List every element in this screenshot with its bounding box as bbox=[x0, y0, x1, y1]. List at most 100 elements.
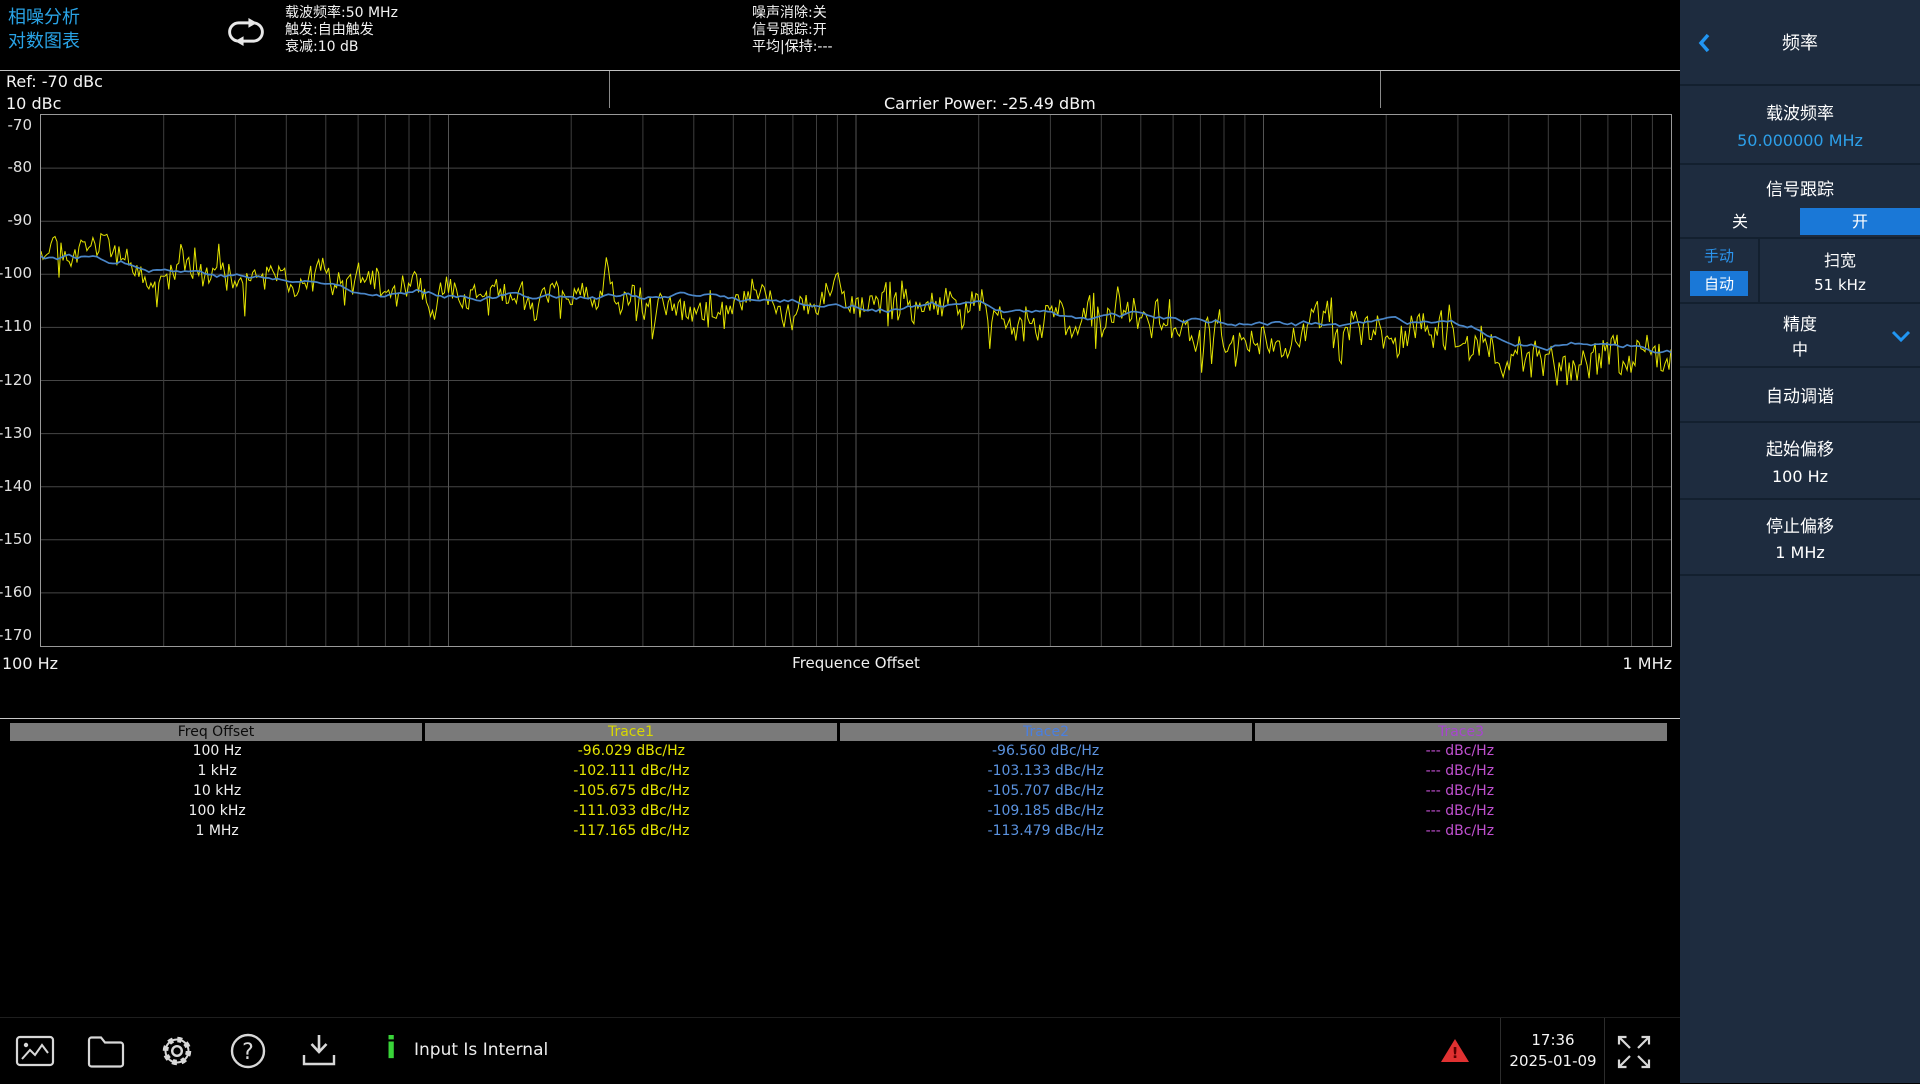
carrier-frequency-label: 载波频率 bbox=[1766, 99, 1834, 124]
screen-capture-button[interactable] bbox=[12, 1028, 58, 1074]
y-axis-tick-label: -130 bbox=[0, 424, 32, 442]
start-offset-value: 100 Hz bbox=[1772, 467, 1828, 486]
setting-line: 信号跟踪:开 bbox=[752, 22, 833, 39]
folder-icon bbox=[83, 1028, 129, 1074]
signal-tracking-label: 信号跟踪 bbox=[1680, 165, 1920, 200]
y-axis-labels: -70-80-90-100-110-120-130-140-150-160-17… bbox=[0, 114, 36, 647]
sidebar-item-signal-tracking: 信号跟踪 关 开 bbox=[1680, 165, 1920, 239]
app-title-line2: 对数图表 bbox=[8, 30, 80, 54]
signal-tracking-off-button[interactable]: 关 bbox=[1680, 208, 1800, 235]
span-label: 扫宽 bbox=[1824, 247, 1856, 271]
table-cell: 1 MHz bbox=[10, 821, 424, 841]
download-icon bbox=[296, 1028, 342, 1074]
table-header-freq-offset: Freq Offset bbox=[10, 723, 422, 741]
sidebar-item-precision[interactable]: 精度 中 bbox=[1680, 304, 1920, 368]
status-message: Input Is Internal bbox=[414, 1040, 548, 1060]
span-value: 51 kHz bbox=[1814, 276, 1866, 294]
span-mode-toggle: 手动 自动 bbox=[1680, 239, 1760, 302]
table-row: 10 kHz-105.675 dBc/Hz-105.707 dBc/Hz--- … bbox=[10, 781, 1667, 801]
expand-arrows-icon bbox=[1614, 1032, 1654, 1072]
y-axis-tick-label: -170 bbox=[0, 626, 32, 644]
setting-line: 噪声消除:关 bbox=[752, 5, 833, 22]
settings-button[interactable] bbox=[154, 1028, 200, 1074]
y-axis-tick-label: -90 bbox=[8, 211, 33, 229]
table-row: 100 Hz-96.029 dBc/Hz-96.560 dBc/Hz--- dB… bbox=[10, 741, 1667, 761]
section-tick bbox=[1380, 71, 1381, 108]
table-row: 1 MHz-117.165 dBc/Hz-113.479 dBc/Hz--- d… bbox=[10, 821, 1667, 841]
app-title: 相噪分析 对数图表 bbox=[8, 6, 80, 54]
ref-level-label: Ref: -70 dBc bbox=[6, 72, 103, 91]
y-axis-tick-label: -120 bbox=[0, 371, 32, 389]
statusbar-divider bbox=[1500, 1018, 1501, 1084]
y-axis-tick-label: -140 bbox=[0, 477, 32, 495]
setting-line: 衰减:10 dB bbox=[285, 39, 398, 56]
table-cell: --- dBc/Hz bbox=[1253, 801, 1667, 821]
table-cell: --- dBc/Hz bbox=[1253, 741, 1667, 761]
chart-plot bbox=[40, 114, 1672, 647]
carrier-frequency-value: 50.000000 MHz bbox=[1737, 131, 1863, 150]
header-separator bbox=[0, 70, 1680, 71]
warning-icon[interactable]: ! bbox=[1440, 1037, 1470, 1068]
span-manual-button[interactable]: 手动 bbox=[1704, 245, 1734, 266]
file-explorer-button[interactable] bbox=[83, 1028, 129, 1074]
y-axis-tick-label: -160 bbox=[0, 583, 32, 601]
table-cell: 1 kHz bbox=[10, 761, 424, 781]
table-header-row: Freq Offset Trace1 Trace2 Trace3 bbox=[10, 723, 1667, 741]
y-axis-tick-label: -70 bbox=[8, 116, 33, 134]
span-value-button[interactable]: 扫宽 51 kHz bbox=[1760, 247, 1920, 294]
table-cell: -105.707 dBc/Hz bbox=[839, 781, 1253, 801]
sidebar-item-auto-tune[interactable]: 自动调谐 bbox=[1680, 368, 1920, 423]
app-title-line1: 相噪分析 bbox=[8, 6, 80, 30]
continuous-sweep-icon[interactable] bbox=[224, 15, 268, 53]
svg-text:!: ! bbox=[1452, 1044, 1459, 1062]
table-cell: 100 Hz bbox=[10, 741, 424, 761]
sidebar-title: 频率 bbox=[1782, 29, 1818, 55]
sidebar-item-span: 手动 自动 扫宽 51 kHz bbox=[1680, 239, 1920, 304]
table-cell: -96.029 dBc/Hz bbox=[424, 741, 838, 761]
y-axis-tick-label: -100 bbox=[0, 264, 32, 282]
precision-label: 精度 bbox=[1783, 310, 1817, 335]
signal-tracking-on-button[interactable]: 开 bbox=[1800, 208, 1920, 235]
frequency-menu-sidebar: 频率 载波频率 50.000000 MHz 信号跟踪 关 开 手动 自动 扫宽 … bbox=[1680, 0, 1920, 1083]
setting-line: 触发:自由触发 bbox=[285, 22, 398, 39]
chevron-left-icon bbox=[1696, 31, 1712, 55]
table-body: 100 Hz-96.029 dBc/Hz-96.560 dBc/Hz--- dB… bbox=[10, 741, 1667, 841]
table-separator bbox=[0, 718, 1680, 719]
settings-summary-right: 噪声消除:关 信号跟踪:开 平均|保持:--- bbox=[752, 5, 833, 56]
save-button[interactable] bbox=[296, 1028, 342, 1074]
y-axis-tick-label: -80 bbox=[8, 158, 33, 176]
help-button[interactable]: ? bbox=[225, 1028, 271, 1074]
table-header-trace2: Trace2 bbox=[837, 723, 1252, 741]
sidebar-item-stop-offset[interactable]: 停止偏移 1 MHz bbox=[1680, 500, 1920, 576]
start-offset-label: 起始偏移 bbox=[1766, 435, 1834, 460]
setting-line: 载波频率:50 MHz bbox=[285, 5, 398, 22]
chart-plot-svg bbox=[41, 115, 1671, 646]
y-axis-tick-label: -150 bbox=[0, 530, 32, 548]
status-bar: ? i Input Is Internal ! 17:36 2025-01-09 bbox=[0, 1017, 1680, 1083]
fullscreen-toggle-button[interactable] bbox=[1614, 1032, 1654, 1076]
precision-value: 中 bbox=[1792, 336, 1808, 360]
table-cell: -102.111 dBc/Hz bbox=[424, 761, 838, 781]
chevron-down-icon bbox=[1890, 328, 1912, 347]
decade-results-table: Freq Offset Trace1 Trace2 Trace3 100 Hz-… bbox=[10, 723, 1667, 841]
sidebar-item-start-offset[interactable]: 起始偏移 100 Hz bbox=[1680, 423, 1920, 500]
info-icon: i bbox=[386, 1029, 396, 1069]
signal-tracking-toggle: 关 开 bbox=[1680, 208, 1920, 235]
setting-line: 平均|保持:--- bbox=[752, 39, 833, 56]
table-header-trace1: Trace1 bbox=[422, 723, 837, 741]
table-cell: -117.165 dBc/Hz bbox=[424, 821, 838, 841]
question-icon: ? bbox=[225, 1028, 271, 1074]
table-cell: --- dBc/Hz bbox=[1253, 821, 1667, 841]
table-cell: -111.033 dBc/Hz bbox=[424, 801, 838, 821]
auto-tune-label: 自动调谐 bbox=[1766, 382, 1834, 407]
table-cell: -103.133 dBc/Hz bbox=[839, 761, 1253, 781]
span-auto-button[interactable]: 自动 bbox=[1690, 271, 1748, 296]
sidebar-item-carrier-frequency[interactable]: 载波频率 50.000000 MHz bbox=[1680, 86, 1920, 165]
scale-per-div-label: 10 dBc bbox=[6, 94, 61, 113]
table-cell: 10 kHz bbox=[10, 781, 424, 801]
back-button[interactable] bbox=[1696, 31, 1712, 60]
screen-capture-icon bbox=[12, 1028, 58, 1074]
instrument-screen: 相噪分析 对数图表 载波频率:50 MHz 触发:自由触发 衰减:10 dB 噪… bbox=[0, 0, 1920, 1083]
table-cell: -113.479 dBc/Hz bbox=[839, 821, 1253, 841]
section-tick bbox=[609, 71, 610, 108]
